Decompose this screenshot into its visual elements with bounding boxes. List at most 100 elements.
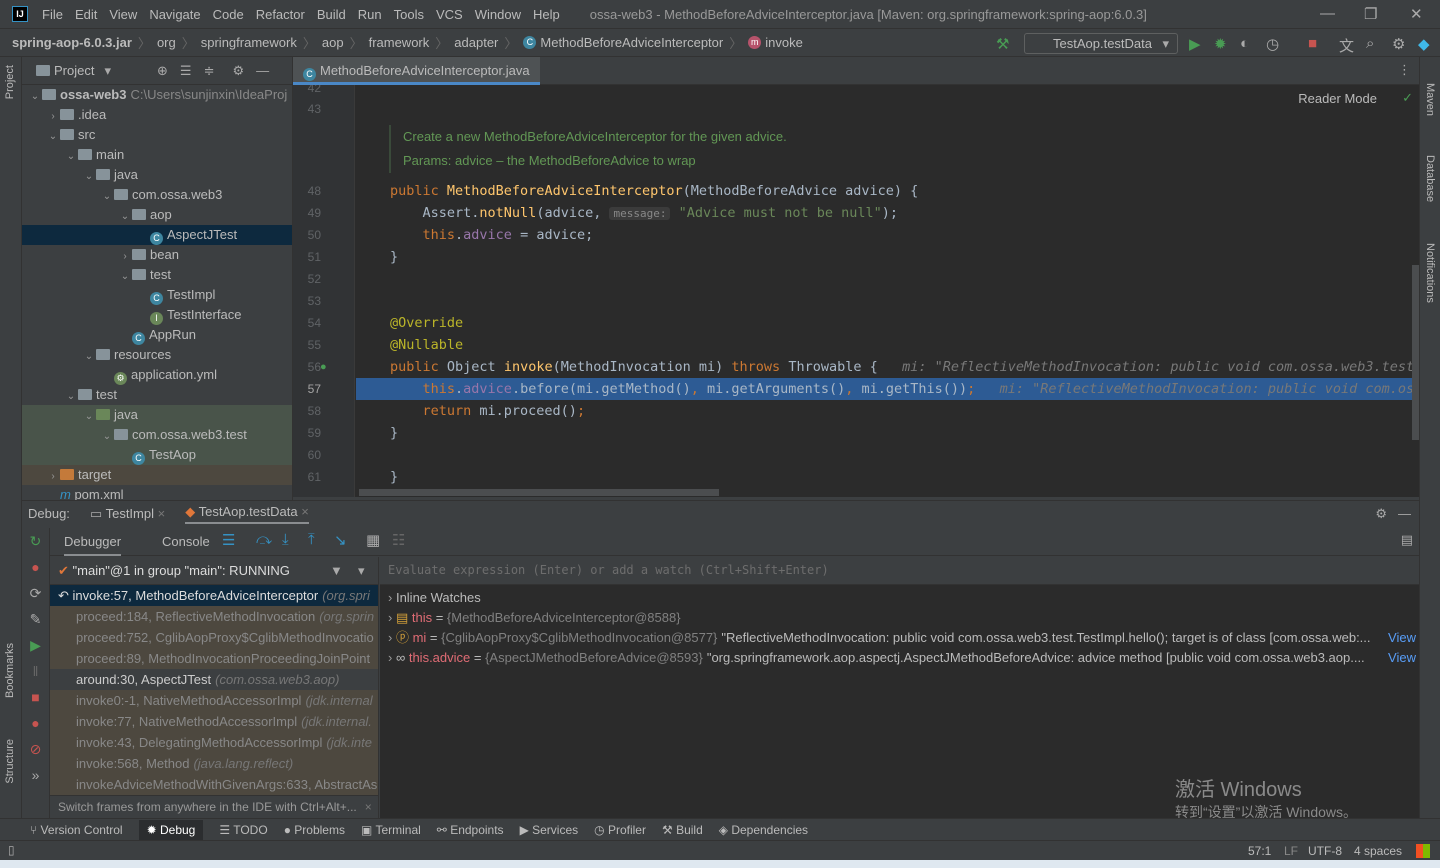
chevron-right-icon[interactable]: › — [118, 247, 132, 267]
hide-icon[interactable]: — — [256, 63, 269, 78]
menu-vcs[interactable]: VCS — [436, 7, 463, 22]
chevron-right-icon[interactable]: › — [388, 610, 396, 625]
override-method-icon[interactable]: ● — [320, 361, 327, 373]
breadcrumb-item[interactable]: aop — [322, 35, 344, 50]
stop-icon[interactable]: ■ — [22, 684, 49, 710]
more-options-icon[interactable]: ⋮ — [1398, 62, 1411, 78]
evaluate-icon[interactable]: ▦ — [366, 531, 380, 549]
more-icon[interactable]: » — [22, 762, 49, 788]
watch-row[interactable]: › ∞ this.advice = {AspectJMethodBeforeAd… — [380, 648, 1419, 668]
view-link[interactable]: View — [1388, 648, 1416, 668]
thread-select[interactable]: ✔ "main"@1 in group "main": RUNNING ▼ ▾ — [50, 557, 378, 585]
chevron-right-icon[interactable]: › — [388, 650, 396, 665]
stop-icon[interactable]: ■ — [1308, 35, 1317, 52]
stack-frame[interactable]: ↶ invoke:57, MethodBeforeAdviceIntercept… — [50, 585, 378, 606]
chevron-down-icon[interactable]: ▾ — [358, 557, 365, 585]
profile-icon[interactable]: ◷ — [1266, 35, 1279, 53]
chevron-down-icon[interactable]: ▾ — [104, 63, 111, 79]
breadcrumb-item[interactable]: adapter — [454, 35, 498, 50]
watch-row[interactable]: › ▤ this = {MethodBeforeAdviceIntercepto… — [380, 608, 1419, 628]
tree-item[interactable]: ⌄ test — [22, 385, 292, 405]
locate-icon[interactable]: ⊕ — [157, 63, 168, 79]
stack-frame[interactable]: proceed:752, CglibAopProxy$CglibMethodIn… — [50, 627, 378, 648]
menu-view[interactable]: View — [109, 7, 137, 22]
gear-icon[interactable]: ⚙ — [1375, 506, 1387, 522]
stack-frame[interactable]: around:30, AspectJTest (com.ossa.web3.aop… — [50, 669, 378, 690]
indent[interactable]: 4 spaces — [1354, 844, 1402, 858]
tree-item[interactable]: ⌄ src — [22, 125, 292, 145]
wrench-icon[interactable]: ✎ — [22, 606, 49, 632]
tool-tab-debug[interactable]: ✹ Debug — [138, 819, 204, 840]
show-execution-point-icon[interactable]: ☰ — [222, 531, 235, 549]
stack-frame[interactable]: invoke:568, Method (java.lang.reflect) — [50, 753, 378, 774]
collapse-all-icon[interactable]: ≑ — [204, 63, 215, 79]
tree-item[interactable]: ⌄ java — [22, 165, 292, 185]
breadcrumb-item[interactable]: org — [157, 35, 176, 50]
menu-tools[interactable]: Tools — [394, 7, 424, 22]
breadcrumb-item[interactable]: spring-aop-6.0.3.jar — [12, 35, 132, 50]
stack-frame[interactable]: proceed:89, MethodInvocationProceedingJo… — [50, 648, 378, 669]
chevron-down-icon[interactable]: ⌄ — [82, 347, 96, 367]
resume-icon[interactable]: ▶ — [22, 632, 49, 658]
tree-item[interactable]: ⌄ resources — [22, 345, 292, 365]
run-icon[interactable]: ▶ — [1189, 35, 1201, 53]
code-editor[interactable]: 42 43 48 49 50 51 52 53 54 55 56 57 58 59 60 61 ● public… — [293, 85, 1419, 497]
run-to-cursor-icon[interactable]: ↘ — [334, 531, 347, 549]
stack-frame[interactable]: invokeAdviceMethodWithGivenArgs:633, Abs… — [50, 774, 378, 795]
tree-item[interactable]: › target — [22, 465, 292, 485]
coverage-icon[interactable]: ◐ — [1240, 35, 1249, 52]
stack-frame[interactable]: invoke:77, NativeMethodAccessorImpl (jdk.… — [50, 711, 378, 732]
sidebar-maven[interactable]: Maven — [1424, 83, 1436, 116]
breakpoint-icon[interactable]: ● — [22, 554, 49, 580]
search-icon[interactable]: ⌕ — [1366, 35, 1374, 52]
tree-item[interactable]: C TestImpl — [22, 285, 292, 305]
chevron-right-icon[interactable]: › — [46, 107, 60, 127]
build-hammer-icon[interactable]: ⚒ — [996, 35, 1009, 53]
vertical-scrollbar[interactable] — [1412, 265, 1419, 440]
menu-edit[interactable]: Edit — [75, 7, 97, 22]
mute-breakpoints-icon[interactable]: ⊘ — [22, 736, 49, 762]
gear-icon[interactable]: ⚙ — [1392, 35, 1405, 53]
plugin-icon[interactable]: ◆ — [1418, 35, 1430, 53]
sidebar-notifications[interactable]: Notifications — [1424, 243, 1436, 303]
tool-tab-version-control[interactable]: ⑂ Version Control — [30, 823, 123, 837]
tree-item[interactable]: › .idea — [22, 105, 292, 125]
menu-navigate[interactable]: Navigate — [149, 7, 200, 22]
tree-item[interactable]: ⚙ application.yml — [22, 365, 292, 385]
debug-tab-testimpl[interactable]: ▭ TestImpl × — [90, 506, 165, 522]
caret-position[interactable]: 57:1 — [1248, 844, 1271, 858]
chevron-down-icon[interactable]: ⌄ — [82, 167, 96, 187]
tool-tab-dependencies[interactable]: ◈ Dependencies — [719, 823, 808, 837]
evaluate-expression-input[interactable]: Evaluate expression (Enter) or add a wat… — [380, 557, 1419, 585]
rerun-icon[interactable]: ↻ — [22, 528, 49, 554]
tree-item[interactable]: ⌄ test — [22, 265, 292, 285]
tab-debugger[interactable]: Debugger — [64, 534, 122, 556]
chevron-right-icon[interactable]: › — [388, 630, 396, 645]
restore-icon[interactable]: ❐ — [1364, 5, 1377, 23]
tree-item[interactable]: ⌄ aop — [22, 205, 292, 225]
gear-icon[interactable]: ⚙ — [232, 63, 244, 79]
sidebar-structure[interactable]: Structure — [4, 739, 16, 784]
tool-tab-todo[interactable]: ☰ TODO — [219, 823, 267, 837]
tree-item[interactable]: C AppRun — [22, 325, 292, 345]
horizontal-scrollbar[interactable] — [359, 489, 719, 496]
tool-tab-problems[interactable]: ● Problems — [284, 823, 345, 837]
tool-tab-services[interactable]: ▶ Services — [520, 823, 579, 837]
expand-all-icon[interactable]: ☰ — [180, 63, 192, 79]
reader-mode-button[interactable]: Reader Mode — [1298, 91, 1377, 106]
chevron-down-icon[interactable]: ⌄ — [28, 87, 42, 107]
chevron-down-icon[interactable]: ⌄ — [100, 427, 114, 447]
stack-frame[interactable]: proceed:184, ReflectiveMethodInvocation(… — [50, 606, 378, 627]
tree-item[interactable]: ⌄ ossa-web3 C:\Users\sunjinxin\IdeaProj — [22, 85, 292, 105]
tool-tab-build[interactable]: ⚒ Build — [662, 823, 703, 837]
menu-window[interactable]: Window — [475, 7, 521, 22]
tree-item[interactable]: ⌄ java — [22, 405, 292, 425]
debug-tab-testaop[interactable]: ◆ TestAop.testData × — [185, 504, 309, 524]
step-out-icon[interactable]: ⤒ — [308, 531, 315, 548]
chevron-down-icon[interactable]: ⌄ — [82, 407, 96, 427]
stack-frame[interactable]: invoke:43, DelegatingMethodAccessorImpl(… — [50, 732, 378, 753]
trace-icon[interactable]: ☷ — [392, 531, 405, 549]
menu-file[interactable]: File — [42, 7, 63, 22]
tree-item[interactable]: C TestAop — [22, 445, 292, 465]
sidebar-database[interactable]: Database — [1424, 155, 1436, 202]
